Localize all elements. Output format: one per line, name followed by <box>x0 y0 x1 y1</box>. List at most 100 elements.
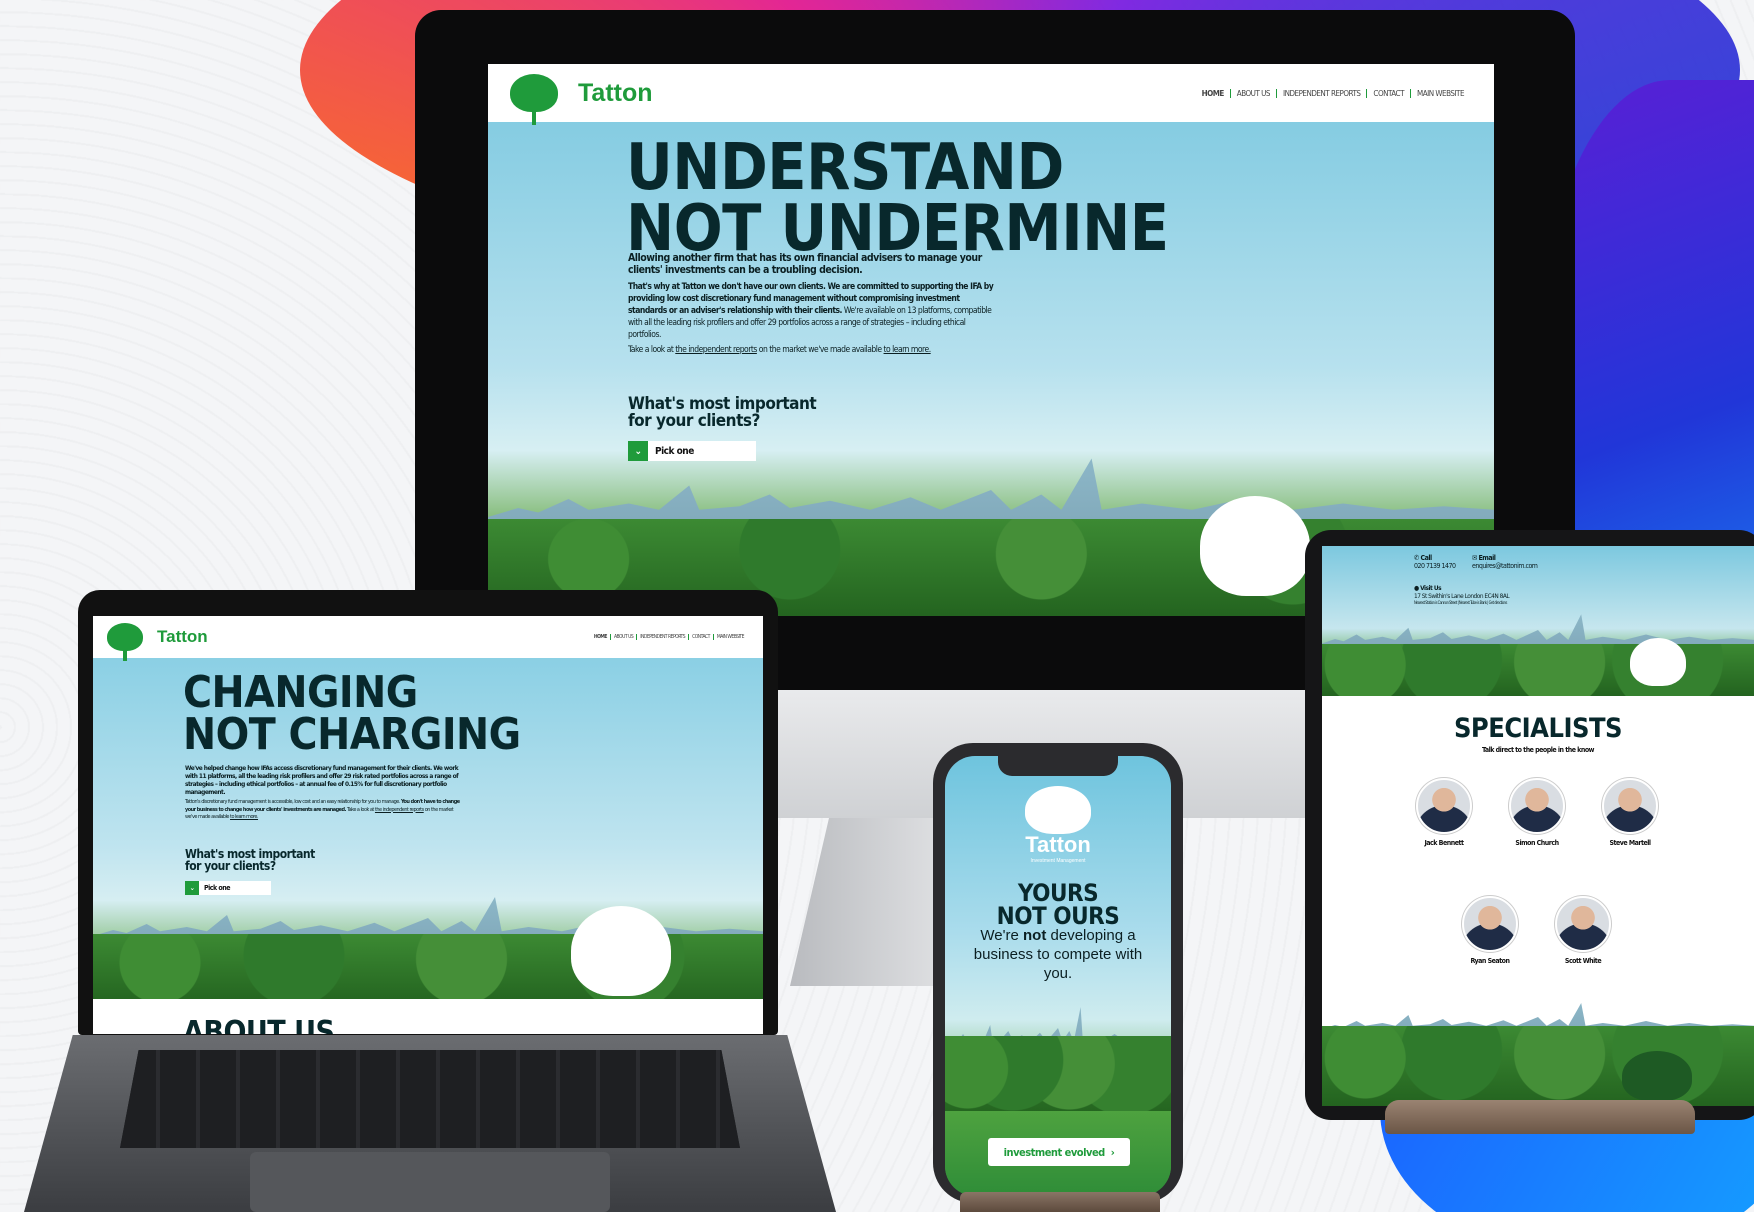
visit-label: Visit Us <box>1420 584 1442 592</box>
pick-one-label: Pick one <box>204 884 230 892</box>
nav-contact[interactable]: CONTACT <box>1366 88 1410 98</box>
laptop-question-line-2: for your clients? <box>185 859 276 873</box>
avatar <box>1509 778 1565 834</box>
white-tree-icon <box>1630 638 1686 686</box>
pick-one-label: Pick one <box>655 445 694 457</box>
laptop-keyboard <box>120 1050 740 1148</box>
nav-home[interactable]: HOME <box>1196 89 1230 98</box>
specialist-card[interactable]: Steve Martell <box>1598 778 1662 847</box>
avatar <box>1462 896 1518 952</box>
nav-home[interactable]: HOME <box>591 634 610 640</box>
desktop-body: That's why at Tatton we don't have our o… <box>628 281 998 341</box>
laptop-lead: We've helped change how IFAs access disc… <box>185 764 459 796</box>
avatar <box>1602 778 1658 834</box>
desktop-hero-headline: UNDERSTAND NOT UNDERMINE <box>626 131 1169 266</box>
specialist-name: Steve Martell <box>1609 839 1651 847</box>
desktop-question-line-2: for your clients? <box>628 411 760 431</box>
park-trees <box>1322 644 1754 696</box>
park-trees <box>945 1036 1171 1116</box>
call-value: 020 7139 1470 <box>1414 562 1456 570</box>
desktop-headline-line-2: NOT UNDERMINE <box>626 191 1169 266</box>
specialist-name: Ryan Seaton <box>1470 957 1510 965</box>
brand-name: Tatton <box>157 627 208 646</box>
contact-visit[interactable]: ● Visit Us 17 St Swithin's Lane London E… <box>1414 584 1510 605</box>
specialist-card[interactable]: Scott White <box>1551 896 1615 965</box>
visit-value: 17 St Swithin's Lane London EC4N 8AL <box>1414 592 1510 600</box>
dark-tree-icon <box>1622 1051 1692 1101</box>
phone-body-1: We're <box>980 927 1024 944</box>
investment-evolved-button[interactable]: investment evolved › <box>988 1138 1130 1166</box>
laptop-trackpad <box>250 1152 610 1212</box>
phone-notch <box>998 756 1118 776</box>
contact-call[interactable]: ✆ Call 020 7139 1470 <box>1414 554 1456 570</box>
about-us-section: ABOUT US <box>93 999 763 1034</box>
white-tree-icon <box>1200 496 1310 596</box>
desktop-headline-line-1: UNDERSTAND <box>626 131 1064 205</box>
laptop-headline-line-1: CHANGING <box>183 667 418 718</box>
laptop-body-2: Take a look at <box>345 806 375 813</box>
visit-note: Nearest Station is Cannon Street | Neare… <box>1414 600 1507 605</box>
call-label: Call <box>1420 554 1432 562</box>
email-label: Email <box>1478 554 1496 562</box>
laptop-hero-headline: CHANGING NOT CHARGING <box>183 667 521 760</box>
nav-about-us[interactable]: ABOUT US <box>1229 88 1276 98</box>
laptop-headline-line-2: NOT CHARGING <box>183 708 521 760</box>
tablet-website: ✆ Call 020 7139 1470 ✉ Email enquires@ta… <box>1322 546 1754 1106</box>
white-tree-icon <box>571 906 671 996</box>
avatar <box>1416 778 1472 834</box>
tablet-stand <box>1385 1100 1695 1134</box>
desktop-reports-line: Take a look at the independent reports o… <box>628 344 998 356</box>
nav-independent-reports[interactable]: INDEPENDENT REPORTS <box>636 634 688 640</box>
desktop-nav: HOME ABOUT US INDEPENDENT REPORTS CONTAC… <box>1196 88 1470 98</box>
specialist-card[interactable]: Ryan Seaton <box>1458 896 1522 965</box>
desktop-hero-copy: Allowing another firm that has its own f… <box>628 252 998 356</box>
desktop-lead: Allowing another firm that has its own f… <box>628 252 982 276</box>
nav-main-website[interactable]: MAIN WEBSITE <box>712 634 747 640</box>
nav-independent-reports[interactable]: INDEPENDENT REPORTS <box>1275 88 1366 98</box>
pick-one-dropdown[interactable]: ⌄ Pick one <box>185 881 271 895</box>
chevron-down-icon: ⌄ <box>628 441 648 461</box>
laptop-body: Tatton's discretionary fund management i… <box>185 799 465 822</box>
specialists-subtitle: Talk direct to the people in the know <box>1482 746 1595 754</box>
independent-reports-link[interactable]: the independent reports <box>675 345 757 355</box>
nav-main-website[interactable]: MAIN WEBSITE <box>1409 88 1470 98</box>
about-us-heading: ABOUT US <box>183 1015 335 1034</box>
independent-reports-link[interactable]: the independent reports <box>375 807 424 813</box>
desktop-reports-prefix: Take a look at <box>628 345 676 355</box>
specialist-name: Simon Church <box>1515 839 1559 847</box>
nav-about-us[interactable]: ABOUT US <box>609 634 636 640</box>
brand-name: Tatton <box>578 78 653 107</box>
laptop-nav: HOME ABOUT US INDEPENDENT REPORTS CONTAC… <box>591 634 747 640</box>
specialist-name: Jack Bennett <box>1424 839 1464 847</box>
phone-body: We're not developing a business to compe… <box>965 926 1151 983</box>
specialists-title: SPECIALISTS <box>1453 713 1623 744</box>
learn-more-link[interactable]: to learn more. <box>230 814 259 820</box>
laptop-hero-copy: We've helped change how IFAs access disc… <box>185 764 465 822</box>
laptop-website: Tatton HOME ABOUT US INDEPENDENT REPORTS… <box>93 616 763 1034</box>
desktop-site-header: Tatton HOME ABOUT US INDEPENDENT REPORTS… <box>488 64 1494 126</box>
phone-headline: YOURS NOT OURS <box>945 881 1171 930</box>
learn-more-link[interactable]: to learn more. <box>884 345 932 355</box>
cta-label: investment evolved <box>1003 1145 1106 1159</box>
phone-brand-name: Tatton <box>1025 832 1091 857</box>
phone-body-bold: not <box>1023 927 1047 944</box>
tree-logo-icon <box>510 74 558 126</box>
contact-email[interactable]: ✉ Email enquires@tattonim.com <box>1472 554 1538 570</box>
desktop-logo[interactable]: Tatton <box>510 74 653 126</box>
phone-stand <box>960 1192 1160 1212</box>
pick-one-dropdown[interactable]: ⌄ Pick one <box>628 441 756 461</box>
phone-website: Tatton Investment Management YOURS NOT O… <box>945 756 1171 1196</box>
email-value: enquires@tattonim.com <box>1472 562 1538 570</box>
specialist-card[interactable]: Jack Bennett <box>1412 778 1476 847</box>
laptop-question: What's most important for your clients? <box>185 848 315 872</box>
laptop-logo[interactable]: Tatton <box>107 623 208 661</box>
nav-contact[interactable]: CONTACT <box>688 634 713 640</box>
desktop-reports-mid: on the market we've made available <box>756 345 884 355</box>
tree-logo-icon <box>1025 786 1091 834</box>
avatar <box>1555 896 1611 952</box>
phone-headline-line-2: NOT OURS <box>996 901 1120 930</box>
desktop-question: What's most important for your clients? <box>628 396 817 431</box>
specialist-card[interactable]: Simon Church <box>1505 778 1569 847</box>
phone-tagline: Investment Management <box>1030 858 1086 864</box>
laptop-site-header: Tatton HOME ABOUT US INDEPENDENT REPORTS… <box>93 616 763 661</box>
